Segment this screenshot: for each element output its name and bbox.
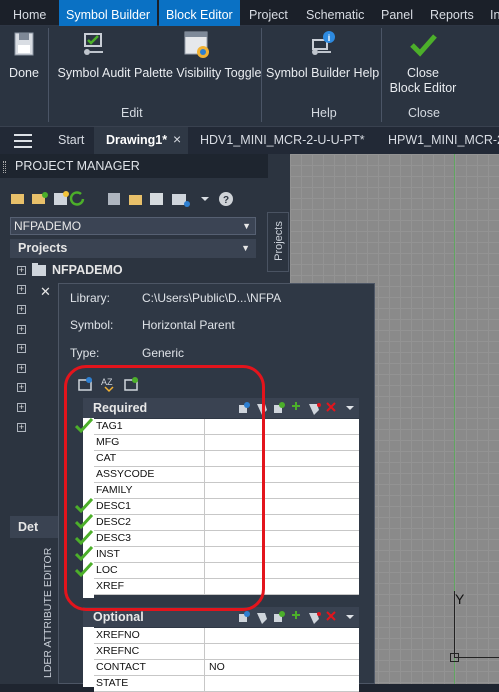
close-label-2: Block Editor xyxy=(389,81,457,95)
svg-text:i: i xyxy=(328,33,331,43)
tree-expand-icon[interactable]: + xyxy=(17,383,26,392)
palette-toggle-icon xyxy=(181,30,211,60)
ucs-origin-icon xyxy=(450,653,459,662)
projects-header[interactable]: Projects ▼ xyxy=(10,239,256,258)
tab-hdv1[interactable]: HDV1_MINI_MCR-2-U-U-PT* xyxy=(200,133,365,147)
tree-expand-icon[interactable]: + xyxy=(17,344,26,353)
attribute-value[interactable]: NO xyxy=(207,660,225,675)
chevron-down-icon: ▼ xyxy=(241,243,250,253)
attribute-value[interactable] xyxy=(207,628,209,643)
optional-header-label: Optional xyxy=(93,610,144,624)
palette-visibility-toggle-button[interactable]: Palette Visibility Toggle xyxy=(134,30,262,81)
palette-toggle-label: Palette Visibility Toggle xyxy=(134,66,262,80)
tab-home[interactable]: Home xyxy=(13,0,46,26)
save-icon xyxy=(9,30,39,60)
tab-schematic[interactable]: Schematic xyxy=(306,0,364,26)
symbol-audit-label: Symbol Audit xyxy=(57,66,131,80)
projects-header-label: Projects xyxy=(18,241,68,255)
hamburger-menu-icon[interactable] xyxy=(14,134,32,148)
tab-hpw1[interactable]: HPW1_MINI_MCR-2- xyxy=(388,133,499,147)
tab-start[interactable]: Start xyxy=(58,133,84,147)
attribute-name: XREFNC xyxy=(94,644,205,659)
tree-expand-icon[interactable]: + xyxy=(17,403,26,412)
attribute-value[interactable] xyxy=(207,644,209,659)
project-select[interactable]: NFPADEMO ▼ xyxy=(10,217,256,235)
symbol-label: Symbol: xyxy=(70,318,114,332)
symbol-value: Horizontal Parent xyxy=(142,318,235,332)
close-label-1: Close xyxy=(407,66,439,80)
tree-expand-icon[interactable]: + xyxy=(17,364,26,373)
type-value: Generic xyxy=(142,346,185,360)
grip-handle[interactable] xyxy=(3,161,6,173)
details-header[interactable]: Det xyxy=(10,516,58,538)
document-tab-bar: Start Drawing1* × HDV1_MINI_MCR-2-U-U-PT… xyxy=(0,126,499,155)
close-block-editor-button[interactable]: Close Block Editor xyxy=(388,30,458,96)
tree-expand-icon[interactable]: + xyxy=(17,305,26,314)
help-info-icon: i xyxy=(307,30,337,60)
group-label-help: Help xyxy=(311,106,337,120)
ucs-x-axis xyxy=(454,657,499,658)
attribute-editor-side-label: LDER ATTRIBUTE EDITOR xyxy=(38,547,58,684)
tab-insert[interactable]: In xyxy=(490,0,499,26)
project-root-item[interactable]: NFPADEMO xyxy=(52,263,123,277)
tab-drawing1[interactable]: Drawing1* × xyxy=(94,127,188,155)
symbol-audit-button[interactable]: Symbol Audit xyxy=(56,30,132,81)
attribute-name: CONTACT xyxy=(94,660,205,675)
project-select-value: NFPADEMO xyxy=(14,219,82,233)
attribute-row[interactable]: XREFNC xyxy=(94,644,359,660)
tab-panel[interactable]: Panel xyxy=(381,0,413,26)
tab-reports[interactable]: Reports xyxy=(430,0,474,26)
help-label: Symbol Builder Help xyxy=(266,66,380,80)
done-label: Done xyxy=(9,66,39,80)
tab-symbol-builder[interactable]: Symbol Builder xyxy=(59,0,158,26)
library-label: Library: xyxy=(70,291,111,305)
svg-text:?: ? xyxy=(223,195,229,206)
type-label: Type: xyxy=(70,346,100,360)
highlight-ring xyxy=(64,365,265,611)
close-x-icon[interactable]: ✕ xyxy=(40,284,51,300)
chevron-down-icon: ▼ xyxy=(242,221,251,231)
close-icon[interactable]: × xyxy=(173,131,181,147)
attribute-name: XREFNO xyxy=(94,628,205,643)
tree-expand-icon[interactable]: + xyxy=(17,266,26,275)
projects-side-tab-label: Projects xyxy=(273,221,285,261)
symbol-builder-help-button[interactable]: i Symbol Builder Help xyxy=(266,30,380,81)
row-gutter xyxy=(83,627,94,687)
tree-expand-icon[interactable]: + xyxy=(17,285,26,294)
tab-block-editor[interactable]: Block Editor xyxy=(159,0,240,26)
group-label-edit: Edit xyxy=(121,106,143,120)
tab-project[interactable]: Project xyxy=(249,0,288,26)
attribute-row[interactable]: CONTACT NO xyxy=(94,660,359,676)
ribbon-tab-bar: Home Symbol Builder Block Editor Project… xyxy=(0,0,499,26)
symbol-audit-icon xyxy=(79,30,109,60)
attribute-editor-side-label-text: LDER ATTRIBUTE EDITOR xyxy=(42,547,54,678)
project-toolbar: ? xyxy=(10,190,240,208)
projects-side-tab[interactable]: Projects xyxy=(267,212,289,272)
attribute-row[interactable]: STATE xyxy=(94,676,359,692)
group-label-close: Close xyxy=(408,106,440,120)
ribbon-separator xyxy=(261,28,262,122)
attribute-row[interactable]: XREFNO xyxy=(94,628,359,644)
ribbon-separator xyxy=(48,28,49,122)
optional-header-icons[interactable] xyxy=(237,609,357,625)
ribbon-separator xyxy=(381,28,382,122)
done-button[interactable]: Done xyxy=(6,30,42,81)
ucs-y-label: Y xyxy=(455,591,465,607)
library-value: C:\Users\Public\D...\NFPA xyxy=(142,291,282,305)
ribbon-panel: Done Symbol Audit Palette Visibility Tog… xyxy=(0,26,499,126)
tab-drawing1-label: Drawing1* xyxy=(106,133,168,147)
project-folder-icon xyxy=(31,263,47,277)
checkmark-icon xyxy=(408,30,438,60)
tree-expand-icon[interactable]: + xyxy=(17,325,26,334)
project-manager-title: PROJECT MANAGER xyxy=(0,154,268,178)
tree-expand-icon[interactable]: + xyxy=(17,423,26,432)
